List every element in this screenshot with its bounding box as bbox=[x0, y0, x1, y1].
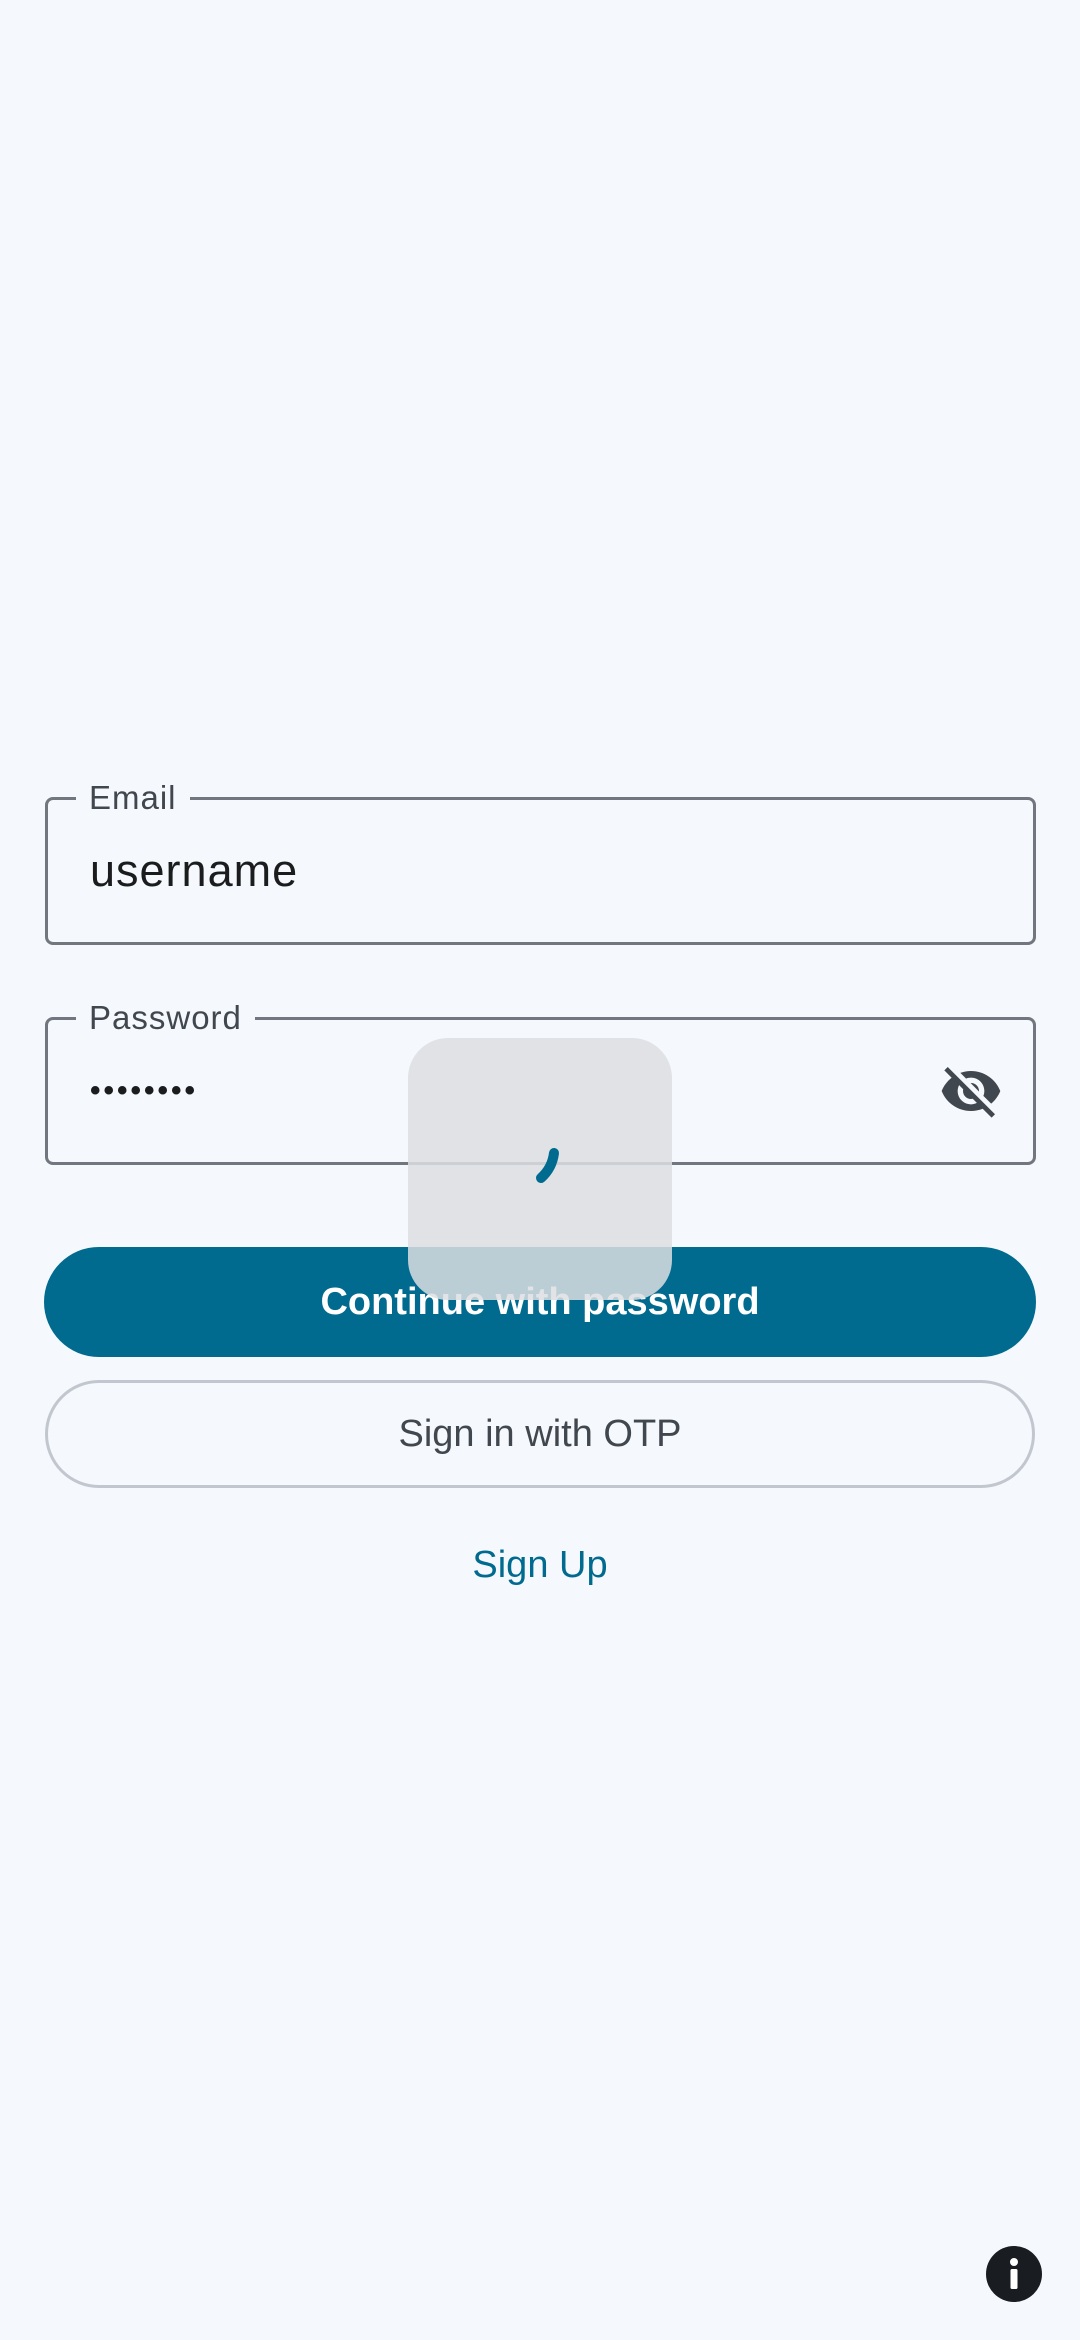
sign-in-with-otp-button[interactable]: Sign in with OTP bbox=[45, 1380, 1035, 1488]
email-label: Email bbox=[76, 778, 190, 818]
sign-up-link[interactable]: Sign Up bbox=[0, 1540, 1080, 1590]
email-field[interactable]: Email username bbox=[45, 778, 1036, 945]
loading-overlay bbox=[408, 1038, 672, 1300]
eye-off-icon[interactable] bbox=[939, 1059, 1003, 1123]
password-input[interactable]: •••••••• bbox=[90, 1074, 198, 1108]
spinner-icon bbox=[536, 1148, 559, 1183]
info-icon[interactable] bbox=[986, 2246, 1042, 2302]
email-input[interactable]: username bbox=[90, 845, 298, 897]
password-label: Password bbox=[76, 998, 255, 1038]
